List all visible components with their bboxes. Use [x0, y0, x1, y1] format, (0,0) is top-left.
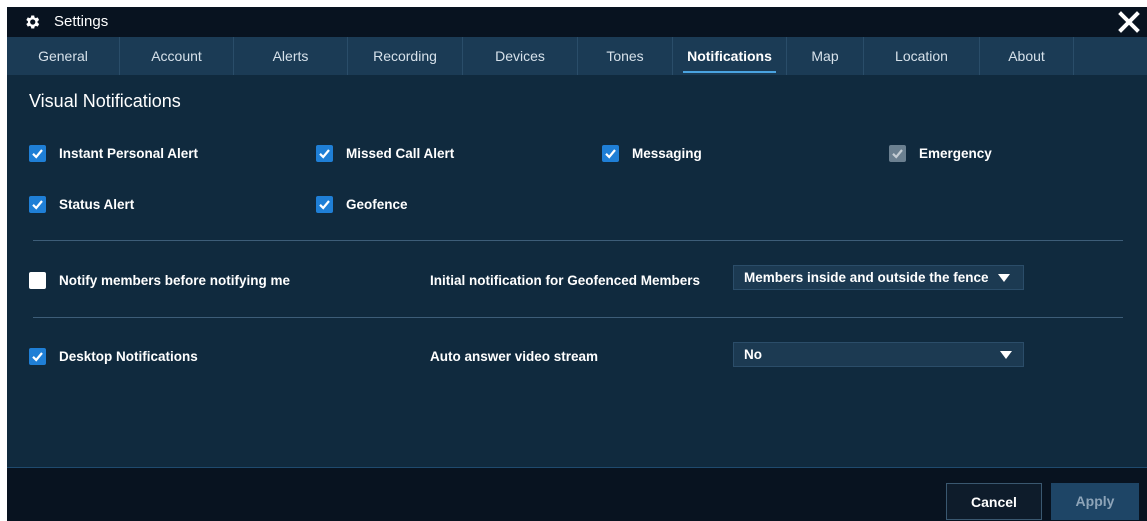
label-geofence: Geofence — [346, 197, 408, 212]
checkmark-icon — [605, 149, 616, 159]
label-auto-answer-video-stream: Auto answer video stream — [430, 349, 599, 364]
checkbox-emergency — [889, 145, 906, 162]
apply-button[interactable]: Apply — [1051, 483, 1139, 520]
footer-bar: Cancel Apply — [7, 467, 1147, 521]
tab-tones[interactable]: Tones — [578, 37, 673, 75]
settings-window: Settings General Account Alerts Recordin… — [7, 7, 1147, 521]
tab-bar: General Account Alerts Recording Devices… — [7, 37, 1147, 75]
select-auto-answer-video-stream[interactable]: No — [733, 342, 1024, 367]
tab-devices[interactable]: Devices — [463, 37, 578, 75]
select-value: Members inside and outside the fence — [744, 270, 989, 285]
tab-account[interactable]: Account — [120, 37, 234, 75]
label-status-alert: Status Alert — [59, 197, 135, 212]
label-geofence-initial-notification: Initial notification for Geofenced Membe… — [430, 273, 701, 288]
divider — [33, 240, 1123, 241]
checkbox-instant-personal-alert[interactable] — [29, 145, 46, 162]
label-notify-members: Notify members before notifying me — [59, 273, 291, 288]
checkmark-icon — [319, 149, 330, 159]
label-emergency: Emergency — [919, 146, 992, 161]
checkmark-icon — [319, 200, 330, 210]
tab-location[interactable]: Location — [864, 37, 980, 75]
checkbox-messaging[interactable] — [602, 145, 619, 162]
tab-alerts[interactable]: Alerts — [234, 37, 348, 75]
cancel-button[interactable]: Cancel — [946, 483, 1042, 520]
section-title-visual-notifications: Visual Notifications — [29, 91, 181, 111]
title-bar: Settings — [7, 7, 1147, 37]
checkbox-status-alert[interactable] — [29, 196, 46, 213]
label-instant-personal-alert: Instant Personal Alert — [59, 146, 199, 161]
checkmark-icon — [892, 149, 903, 159]
label-messaging: Messaging — [632, 146, 702, 161]
checkmark-icon — [32, 200, 43, 210]
checkbox-desktop-notifications[interactable] — [29, 348, 46, 365]
label-missed-call-alert: Missed Call Alert — [346, 146, 455, 161]
dropdown-arrow-icon — [998, 274, 1010, 282]
checkbox-notify-members[interactable] — [29, 272, 46, 289]
close-icon[interactable] — [1117, 9, 1141, 35]
window-title: Settings — [54, 13, 109, 30]
checkbox-geofence[interactable] — [316, 196, 333, 213]
dropdown-arrow-icon — [1000, 351, 1012, 359]
gear-icon — [26, 15, 40, 29]
label-desktop-notifications: Desktop Notifications — [59, 349, 198, 364]
select-value: No — [744, 347, 762, 362]
checkbox-missed-call-alert[interactable] — [316, 145, 333, 162]
tab-recording[interactable]: Recording — [348, 37, 463, 75]
checkmark-icon — [32, 352, 43, 362]
tab-about[interactable]: About — [980, 37, 1074, 75]
select-geofence-initial-notification[interactable]: Members inside and outside the fence — [733, 265, 1024, 290]
tab-general[interactable]: General — [7, 37, 120, 75]
tab-map[interactable]: Map — [787, 37, 864, 75]
tab-notifications[interactable]: Notifications — [673, 37, 787, 75]
divider — [33, 317, 1123, 318]
checkmark-icon — [32, 149, 43, 159]
